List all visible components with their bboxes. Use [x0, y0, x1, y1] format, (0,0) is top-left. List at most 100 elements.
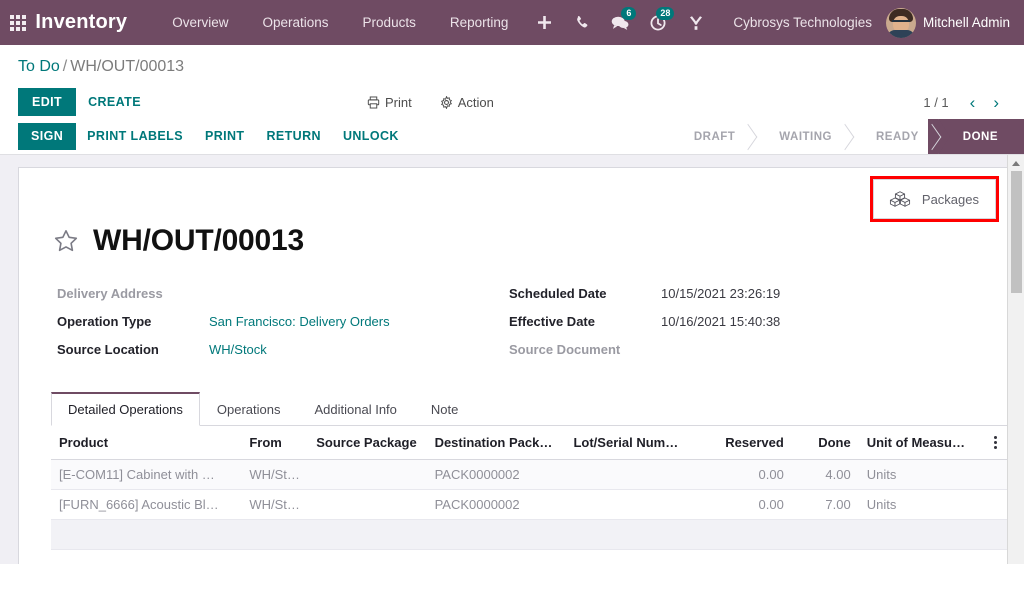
phone-icon[interactable]: [563, 0, 601, 45]
column-header-destination-package[interactable]: Destination Package: [427, 426, 566, 460]
return-button[interactable]: RETURN: [255, 123, 331, 150]
smart-button-box: Packages: [19, 168, 1009, 222]
gear-icon: [440, 96, 453, 109]
company-switcher[interactable]: Cybrosys Technologies: [715, 15, 886, 30]
status-stage-draft[interactable]: DRAFT: [670, 119, 755, 154]
scroll-up-arrow-icon[interactable]: [1008, 155, 1024, 171]
table-add-line-row[interactable]: [51, 520, 1009, 550]
print-menu[interactable]: Print: [353, 95, 426, 110]
cell-done: 7.00: [792, 490, 859, 520]
column-header-reserved[interactable]: Reserved: [694, 426, 792, 460]
packages-boxes-icon: [887, 189, 913, 209]
print-label: Print: [385, 95, 412, 110]
debug-tools-icon[interactable]: [677, 0, 715, 45]
pager-previous-button[interactable]: ‹: [963, 94, 983, 111]
plus-icon[interactable]: [525, 0, 563, 45]
cell-uom: Units: [859, 460, 982, 490]
cell-uom: Units: [859, 490, 982, 520]
control-panel-actions: Print Action: [353, 95, 508, 110]
cell-lot-serial: [565, 490, 694, 520]
packages-button-label: Packages: [922, 192, 979, 207]
vertical-scrollbar[interactable]: [1007, 155, 1024, 564]
column-header-from[interactable]: From: [241, 426, 308, 460]
status-stage-ready[interactable]: READY: [852, 119, 939, 154]
field-operation-type: Operation Type San Francisco: Delivery O…: [57, 314, 509, 342]
scrollbar-thumb[interactable]: [1011, 171, 1022, 293]
page-title: WH/OUT/00013: [93, 224, 304, 258]
star-outline-icon[interactable]: [53, 228, 79, 254]
action-menu[interactable]: Action: [426, 95, 508, 110]
user-menu[interactable]: Mitchell Admin: [886, 8, 1016, 38]
tab-note[interactable]: Note: [414, 392, 475, 426]
column-header-lot-serial-number[interactable]: Lot/Serial Numb…: [565, 426, 694, 460]
messages-badge: 6: [621, 7, 636, 20]
tab-additional-info[interactable]: Additional Info: [298, 392, 414, 426]
field-label-delivery-address: Delivery Address: [57, 286, 209, 301]
field-effective-date: Effective Date 10/16/2021 15:40:38: [509, 314, 961, 342]
table-row[interactable]: [E-COM11] Cabinet with … WH/Sto… PACK000…: [51, 460, 1009, 490]
menu-reporting[interactable]: Reporting: [433, 0, 526, 45]
field-delivery-address: Delivery Address: [57, 286, 509, 314]
status-pipeline: DRAFT WAITING READY DONE: [670, 119, 1024, 154]
field-value-scheduled-date: 10/15/2021 23:26:19: [661, 286, 780, 301]
create-button[interactable]: CREATE: [76, 88, 153, 117]
status-bar-buttons: SIGN PRINT LABELS PRINT RETURN UNLOCK: [0, 119, 410, 154]
status-stage-waiting[interactable]: WAITING: [755, 119, 852, 154]
notebook-tabs: Detailed Operations Operations Additiona…: [51, 392, 1009, 426]
form-scroll-area: Packages WH/OUT/00013 Delivery Address: [0, 155, 1024, 564]
breadcrumb-parent[interactable]: To Do: [18, 58, 60, 75]
cell-from: WH/Sto…: [241, 490, 308, 520]
column-header-unit-of-measure[interactable]: Unit of Measu…: [859, 426, 982, 460]
pager-next-button[interactable]: ›: [986, 94, 1006, 111]
apps-grid-icon[interactable]: [0, 15, 35, 31]
main-content-area: Packages WH/OUT/00013 Delivery Address: [0, 155, 1024, 564]
cell-reserved: 0.00: [694, 490, 792, 520]
field-label-scheduled-date: Scheduled Date: [509, 286, 661, 301]
column-options-icon[interactable]: [982, 426, 1009, 460]
cell-source-package: [308, 460, 426, 490]
field-source-location: Source Location WH/Stock: [57, 342, 509, 370]
printer-icon: [367, 96, 380, 109]
menu-products[interactable]: Products: [346, 0, 433, 45]
menu-overview[interactable]: Overview: [155, 0, 245, 45]
breadcrumb-current: WH/OUT/00013: [70, 58, 184, 75]
cell-destination-package: PACK0000002: [427, 490, 566, 520]
unlock-button[interactable]: UNLOCK: [332, 123, 410, 150]
breadcrumb: To Do/WH/OUT/00013: [0, 45, 1024, 85]
field-label-effective-date: Effective Date: [509, 314, 661, 329]
field-value-operation-type[interactable]: San Francisco: Delivery Orders: [209, 314, 390, 329]
activities-clock-icon[interactable]: 28: [639, 0, 677, 45]
navbar-right-group: 6 28 Cybrosys Technologies Mitchell Admi…: [525, 0, 1024, 45]
print-button[interactable]: PRINT: [194, 123, 256, 150]
cell-source-package: [308, 490, 426, 520]
detailed-operations-table: Product From Source Package Destination …: [51, 426, 1009, 550]
field-source-document: Source Document: [509, 342, 961, 370]
edit-button[interactable]: EDIT: [18, 88, 76, 117]
cell-destination-package: PACK0000002: [427, 460, 566, 490]
menu-operations[interactable]: Operations: [246, 0, 346, 45]
form-fields: Delivery Address Operation Type San Fran…: [19, 258, 1009, 370]
control-panel: To Do/WH/OUT/00013 EDIT CREATE Print Act…: [0, 45, 1024, 119]
packages-smart-button[interactable]: Packages: [873, 179, 996, 219]
form-sheet: Packages WH/OUT/00013 Delivery Address: [18, 167, 1010, 564]
record-title-row: WH/OUT/00013: [19, 222, 1009, 258]
column-header-done[interactable]: Done: [792, 426, 859, 460]
tab-detailed-operations[interactable]: Detailed Operations: [51, 392, 200, 426]
print-labels-button[interactable]: PRINT LABELS: [76, 123, 194, 150]
add-line-cell[interactable]: [51, 520, 1009, 550]
avatar: [886, 8, 916, 38]
fields-right-column: Scheduled Date 10/15/2021 23:26:19 Effec…: [509, 286, 961, 370]
field-value-source-location[interactable]: WH/Stock: [209, 342, 267, 357]
cell-spacer: [982, 460, 1009, 490]
status-bar: SIGN PRINT LABELS PRINT RETURN UNLOCK DR…: [0, 119, 1024, 155]
tab-operations[interactable]: Operations: [200, 392, 298, 426]
messages-icon[interactable]: 6: [601, 0, 639, 45]
app-brand-inventory[interactable]: Inventory: [35, 11, 127, 34]
column-header-source-package[interactable]: Source Package: [308, 426, 426, 460]
status-stage-done[interactable]: DONE: [939, 119, 1024, 154]
sign-button[interactable]: SIGN: [18, 123, 76, 150]
field-scheduled-date: Scheduled Date 10/15/2021 23:26:19: [509, 286, 961, 314]
activities-badge: 28: [656, 7, 674, 20]
table-row[interactable]: [FURN_6666] Acoustic Bl… WH/Sto… PACK000…: [51, 490, 1009, 520]
column-header-product[interactable]: Product: [51, 426, 241, 460]
